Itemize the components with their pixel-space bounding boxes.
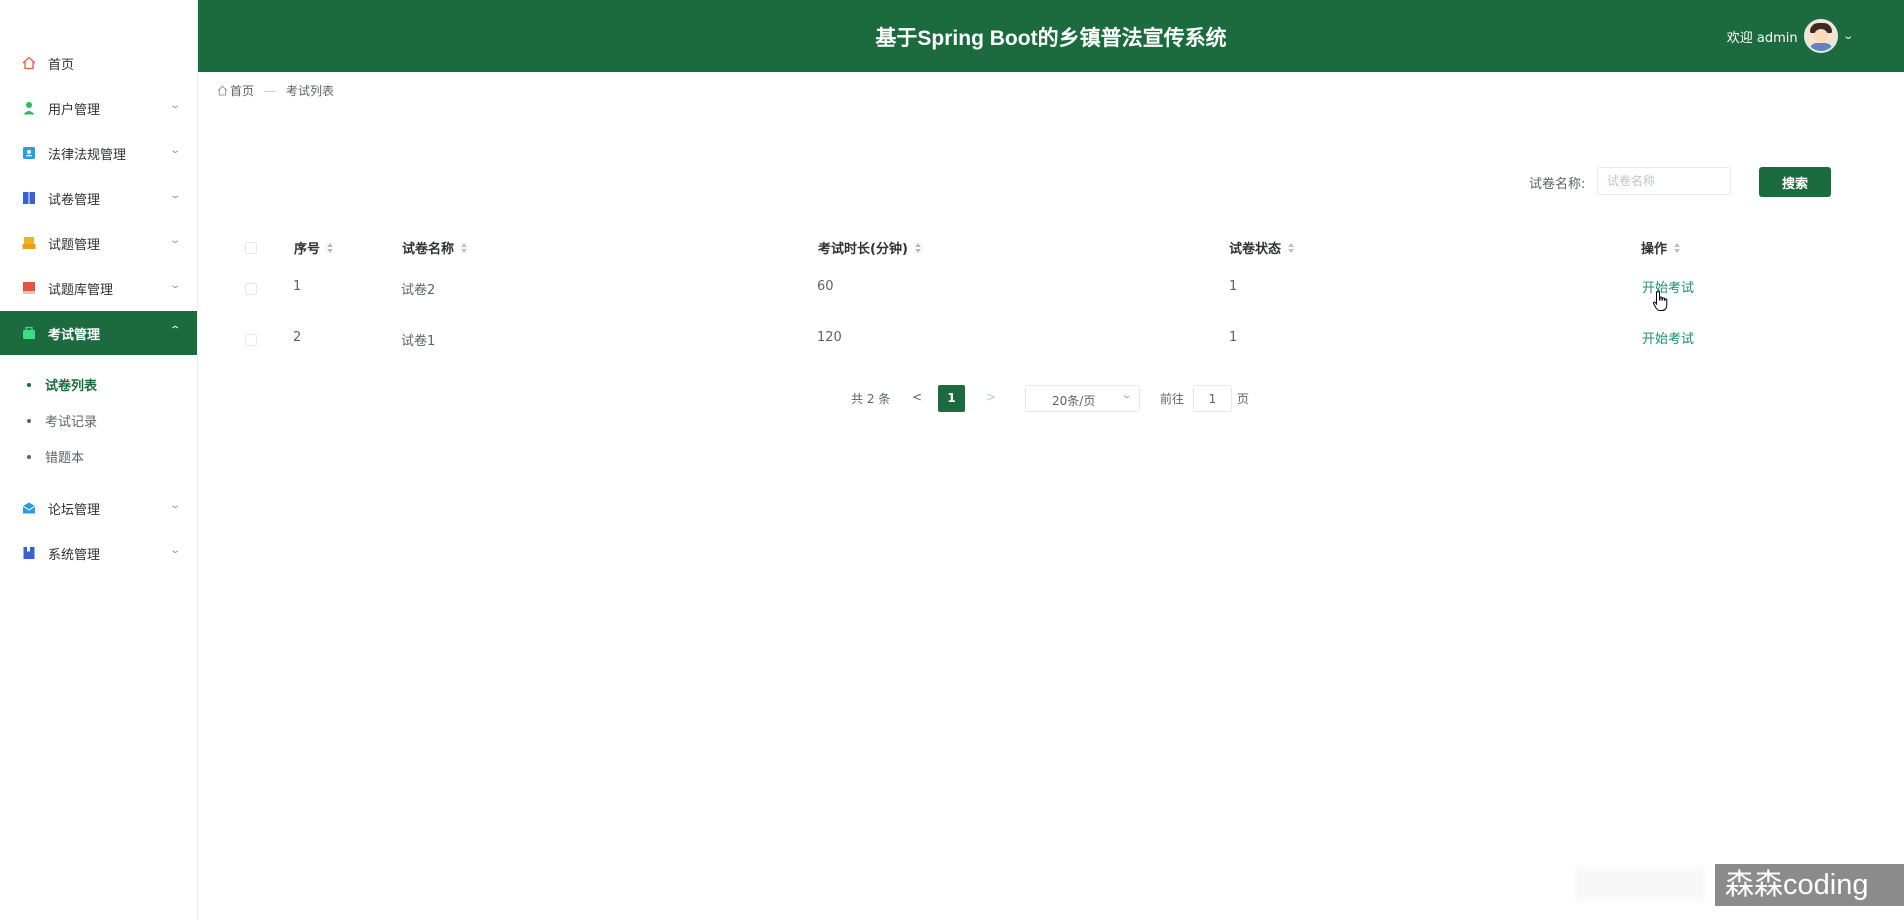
cell-index: 1 (293, 279, 302, 294)
column-header-status[interactable]: 试卷状态 (1229, 238, 1295, 257)
system-title: 基于Spring Boot的乡镇普法宣传系统 (875, 27, 1227, 50)
breadcrumb-home[interactable]: 首页 (230, 82, 254, 99)
sidebar-item-exam-management[interactable]: 考试管理 ⌃ (0, 311, 197, 355)
pagination-prev-button[interactable]: < (912, 390, 922, 404)
goto-label: 前往 (1160, 392, 1185, 406)
pagination-page-1[interactable]: 1 (938, 385, 965, 412)
sidebar-item-question-management[interactable]: 试题管理 ⌄ (0, 221, 197, 265)
bullet-icon (27, 419, 31, 423)
column-header-label: 考试时长(分钟) (818, 242, 908, 257)
sidebar-item-label: 系统管理 (48, 547, 101, 563)
sidebar-subitem-label: 错题本 (45, 451, 85, 466)
table-row: 1 试卷2 60 1 开始考试 (217, 269, 1831, 319)
hand-cursor-icon (1652, 290, 1668, 311)
row-checkbox[interactable] (245, 283, 257, 295)
search-label: 试卷名称: (1529, 177, 1586, 192)
goto-page-input[interactable] (1193, 385, 1232, 412)
exam-icon (23, 326, 35, 339)
bullet-icon (27, 455, 31, 459)
pagination-next-button[interactable]: > (986, 390, 996, 404)
column-header-index[interactable]: 序号 (294, 238, 334, 257)
sidebar-item-system-management[interactable]: 系统管理 ⌄ (0, 531, 197, 575)
sort-icon[interactable] (327, 242, 334, 254)
page-size-select[interactable]: 20条/页 ⌄ (1025, 385, 1140, 412)
column-header-label: 序号 (294, 242, 321, 257)
watermark: 森森coding (1715, 864, 1904, 906)
question-icon (22, 237, 36, 249)
welcome-text: 欢迎 admin (1726, 30, 1798, 46)
sort-icon[interactable] (1674, 242, 1681, 254)
blurred-overlay (1575, 868, 1705, 900)
cell-paper-name: 试卷1 (401, 334, 436, 349)
page-label: 页 (1237, 392, 1250, 406)
paper-icon (23, 192, 35, 204)
sidebar-item-user-management[interactable]: 用户管理 ⌄ (0, 86, 197, 130)
chevron-down-icon: ⌄ (168, 500, 181, 511)
system-icon (23, 547, 35, 559)
pagination-total: 共 2 条 (851, 392, 891, 406)
paper-name-search-input[interactable] (1597, 167, 1731, 195)
law-book-icon (23, 147, 35, 159)
column-header-paper-name[interactable]: 试卷名称 (402, 238, 468, 257)
chevron-down-icon[interactable]: ⌄ (1842, 31, 1854, 42)
cell-status: 1 (1229, 279, 1238, 294)
sidebar-item-label: 用户管理 (48, 102, 101, 118)
chevron-down-icon: ⌄ (1121, 391, 1133, 401)
breadcrumb-current: 考试列表 (286, 84, 335, 98)
chevron-down-icon: ⌄ (168, 235, 181, 246)
user-icon (23, 102, 35, 115)
sidebar-subitem-label: 考试记录 (45, 415, 98, 430)
sort-icon[interactable] (461, 242, 468, 254)
row-checkbox[interactable] (245, 334, 257, 346)
cell-duration: 60 (817, 279, 834, 294)
select-all-checkbox[interactable] (245, 242, 257, 254)
column-header-label: 试卷状态 (1229, 242, 1282, 257)
top-header: 基于Spring Boot的乡镇普法宣传系统 欢迎 admin ⌄ (198, 0, 1904, 72)
cell-index: 2 (293, 330, 302, 345)
sidebar-subitem-wrong-questions[interactable]: 错题本 (0, 441, 197, 471)
home-icon (217, 85, 228, 96)
column-header-label: 试卷名称 (402, 242, 455, 257)
pagination: 共 2 条 < 1 > 20条/页 ⌄ 前往 页 (0, 385, 1904, 413)
question-bank-icon (23, 282, 35, 294)
sort-icon[interactable] (914, 242, 921, 254)
sort-icon[interactable] (1288, 242, 1295, 254)
sidebar: 首页 用户管理 ⌄ 法律法规管理 ⌄ 试卷管理 ⌄ 试题管理 ⌄ 试题库管理 ⌄… (0, 0, 198, 920)
sidebar-item-label: 试题库管理 (48, 282, 114, 298)
sidebar-item-question-bank-management[interactable]: 试题库管理 ⌄ (0, 266, 197, 310)
table-row: 2 试卷1 120 1 开始考试 (217, 320, 1831, 370)
column-header-label: 操作 (1641, 242, 1668, 257)
chevron-down-icon: ⌄ (168, 145, 181, 156)
cell-paper-name: 试卷2 (401, 283, 436, 298)
avatar[interactable] (1803, 19, 1838, 53)
sidebar-item-label: 考试管理 (48, 327, 101, 343)
sidebar-item-law-management[interactable]: 法律法规管理 ⌄ (0, 131, 197, 175)
sidebar-item-forum-management[interactable]: 论坛管理 ⌄ (0, 486, 197, 530)
sidebar-item-paper-management[interactable]: 试卷管理 ⌄ (0, 176, 197, 220)
sidebar-item-home[interactable]: 首页 (0, 41, 197, 85)
search-button[interactable]: 搜索 (1759, 167, 1831, 197)
start-exam-link[interactable]: 开始考试 (1642, 328, 1694, 347)
breadcrumb-separator: — (264, 83, 277, 98)
cell-duration: 120 (817, 330, 842, 345)
sidebar-item-label: 法律法规管理 (48, 147, 127, 163)
sidebar-item-label: 试题管理 (48, 237, 101, 253)
home-icon (22, 56, 36, 70)
chevron-down-icon: ⌄ (168, 190, 181, 201)
forum-icon (22, 502, 36, 514)
chevron-up-icon: ⌃ (168, 325, 181, 336)
cell-status: 1 (1229, 330, 1238, 345)
sidebar-item-label: 首页 (48, 57, 75, 73)
chevron-down-icon: ⌄ (168, 280, 181, 291)
column-header-duration[interactable]: 考试时长(分钟) (818, 238, 921, 257)
column-header-actions[interactable]: 操作 (1641, 238, 1681, 257)
chevron-down-icon: ⌄ (168, 545, 181, 556)
breadcrumb: 首页 — 考试列表 (217, 82, 334, 99)
page-size-value: 20条/页 (1052, 394, 1096, 408)
chevron-down-icon: ⌄ (168, 100, 181, 111)
sidebar-item-label: 论坛管理 (48, 502, 101, 518)
sidebar-item-label: 试卷管理 (48, 192, 101, 208)
user-menu[interactable]: 欢迎 admin ⌄ (1726, 19, 1854, 53)
